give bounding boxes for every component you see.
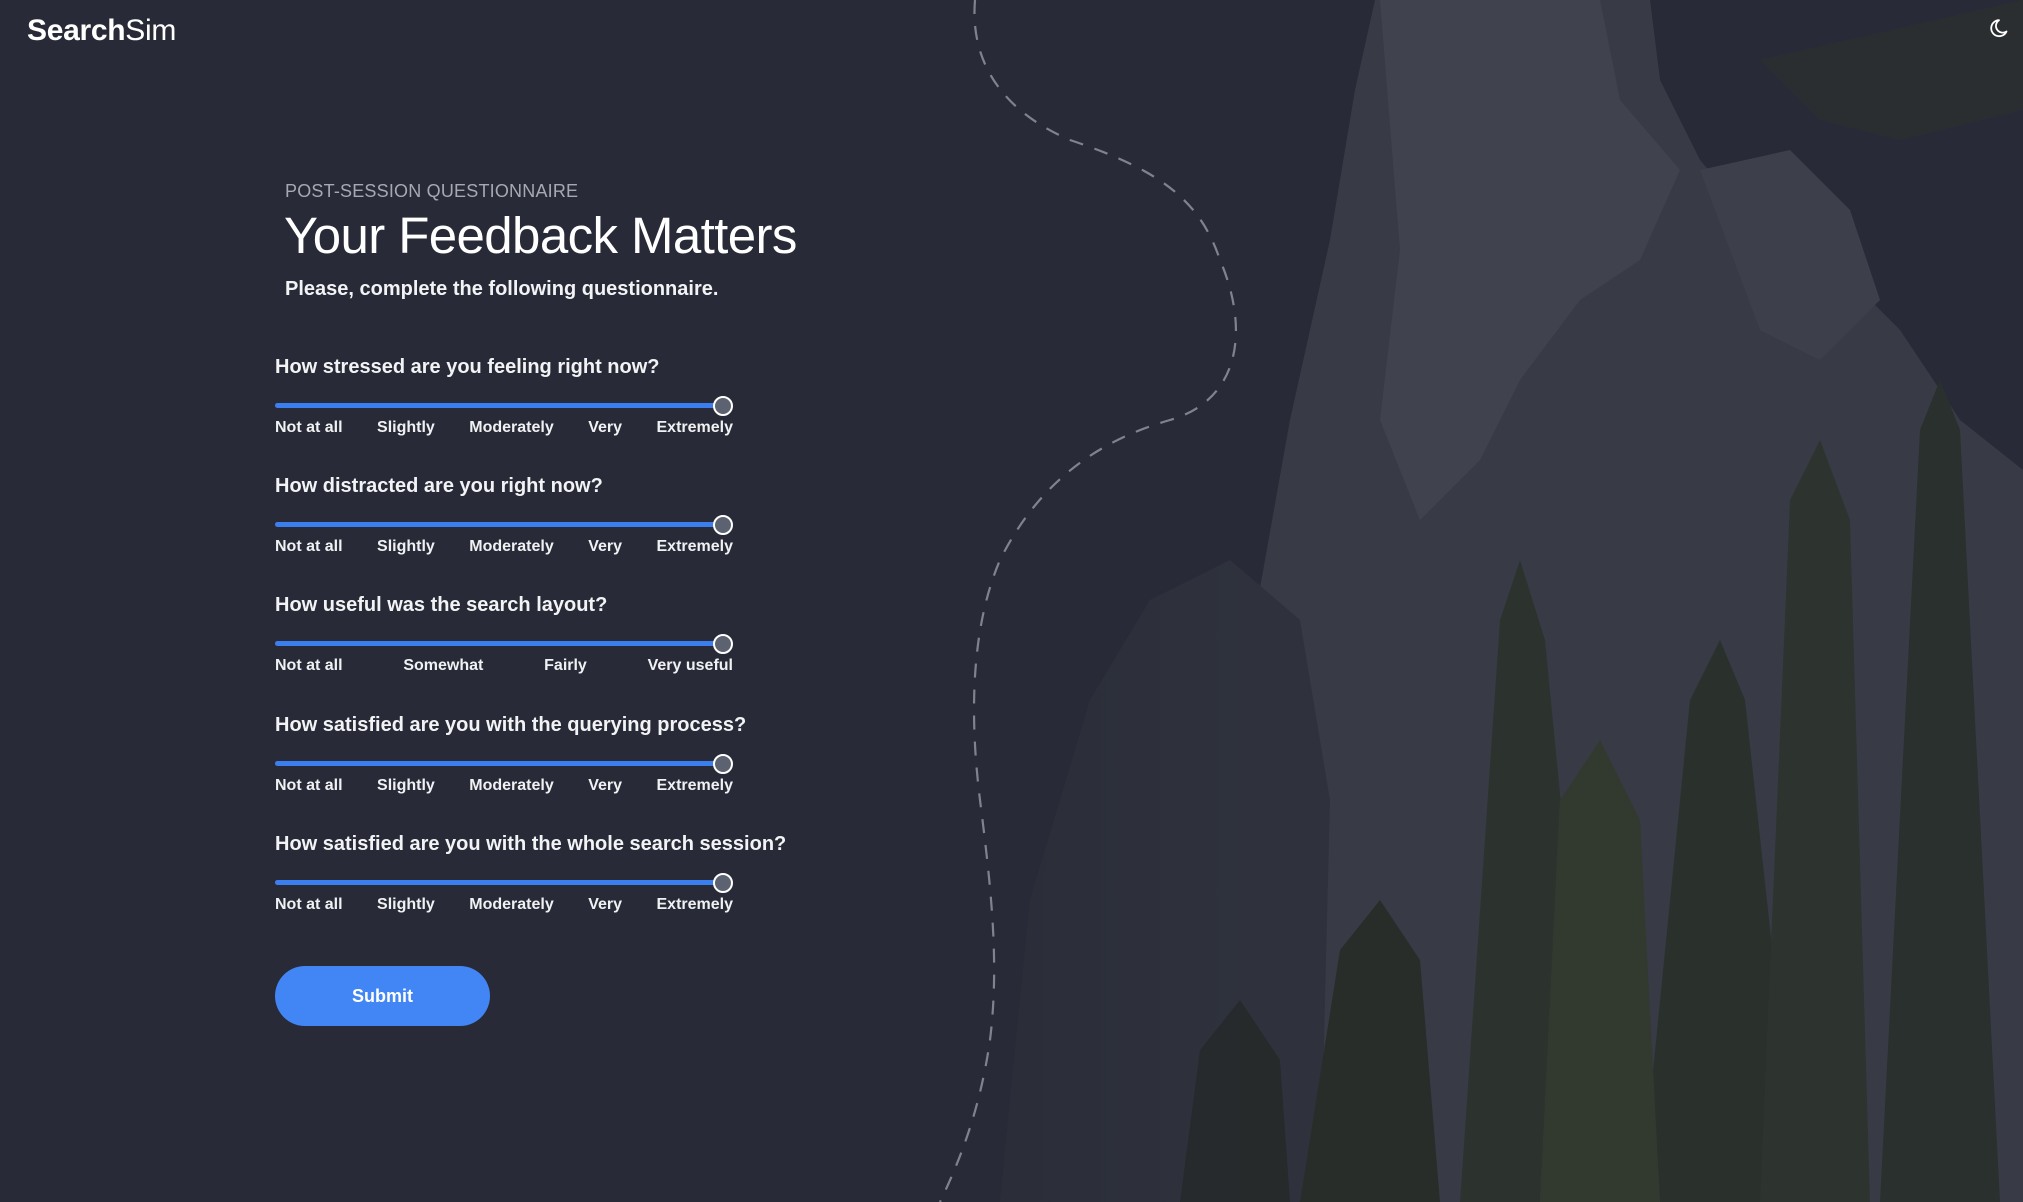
scale-label: Extremely xyxy=(656,538,734,555)
scale-label: Extremely xyxy=(656,419,734,436)
scale-label: Not at all xyxy=(275,538,343,555)
slider-fill xyxy=(275,761,723,766)
question-label: How distracted are you right now? xyxy=(275,475,603,497)
scale-label: Very xyxy=(588,419,623,436)
slider-track[interactable] xyxy=(275,403,723,408)
question-label: How satisfied are you with the whole sea… xyxy=(275,833,787,855)
scale-label: Very xyxy=(588,538,623,555)
question-querying-satisfaction: How satisfied are you with the querying … xyxy=(275,711,747,795)
scale-label: Not at all xyxy=(275,419,343,436)
scale-label: Slightly xyxy=(377,896,435,913)
logo-regular-text: Sim xyxy=(125,14,177,47)
submit-button[interactable]: Submit xyxy=(275,966,490,1026)
slider-scale-labels: Not at all Slightly Moderately Very Extr… xyxy=(275,538,733,556)
slider-track[interactable] xyxy=(275,641,723,646)
scale-label: Not at all xyxy=(275,657,343,674)
scale-label: Extremely xyxy=(656,896,734,913)
slider-track[interactable] xyxy=(275,880,723,885)
slider-thumb[interactable] xyxy=(713,515,733,535)
scale-label: Fairly xyxy=(544,657,587,674)
question-distraction: How distracted are you right now? Not at… xyxy=(275,472,735,556)
scale-label: Not at all xyxy=(275,777,343,794)
layout-usefulness-slider[interactable] xyxy=(275,631,735,655)
question-label: How useful was the search layout? xyxy=(275,594,608,616)
question-session-satisfaction: How satisfied are you with the whole sea… xyxy=(275,830,787,914)
scale-label: Moderately xyxy=(469,777,554,794)
question-label: How satisfied are you with the querying … xyxy=(275,714,747,736)
scale-label: Extremely xyxy=(656,777,734,794)
scale-label: Somewhat xyxy=(403,657,484,674)
stress-slider[interactable] xyxy=(275,393,735,417)
question-layout-usefulness: How useful was the search layout? Not at… xyxy=(275,591,735,675)
slider-fill xyxy=(275,641,723,646)
scale-label: Moderately xyxy=(469,538,554,555)
slider-scale-labels: Not at all Slightly Moderately Very Extr… xyxy=(275,777,733,795)
slider-thumb[interactable] xyxy=(713,396,733,416)
logo-bold-text: Search xyxy=(27,14,126,47)
slider-fill xyxy=(275,522,723,527)
slider-thumb[interactable] xyxy=(713,754,733,774)
moon-icon-glyph xyxy=(1990,19,2008,38)
slider-scale-labels: Not at all Slightly Moderately Very Extr… xyxy=(275,896,733,914)
slider-scale-labels: Not at all Somewhat Fairly Very useful xyxy=(275,657,733,675)
page-title: Your Feedback Matters xyxy=(284,207,797,264)
slider-thumb[interactable] xyxy=(713,873,733,893)
questionnaire-eyebrow: POST-SESSION QUESTIONNAIRE xyxy=(285,181,579,201)
scale-label: Very xyxy=(588,777,623,794)
scale-label: Moderately xyxy=(469,896,554,913)
scale-label: Moderately xyxy=(469,419,554,436)
distraction-slider[interactable] xyxy=(275,512,735,536)
scale-label: Slightly xyxy=(377,777,435,794)
scale-label: Slightly xyxy=(377,538,435,555)
scale-label: Slightly xyxy=(377,419,435,436)
question-stress: How stressed are you feeling right now? … xyxy=(275,353,735,437)
slider-scale-labels: Not at all Slightly Moderately Very Extr… xyxy=(275,419,733,437)
querying-satisfaction-slider[interactable] xyxy=(275,751,735,775)
slider-track[interactable] xyxy=(275,761,723,766)
session-satisfaction-slider[interactable] xyxy=(275,870,735,894)
question-label: How stressed are you feeling right now? xyxy=(275,356,660,378)
page-subtitle: Please, complete the following questionn… xyxy=(285,278,719,300)
slider-fill xyxy=(275,403,723,408)
slider-fill xyxy=(275,880,723,885)
scale-label: Not at all xyxy=(275,896,343,913)
scale-label: Very xyxy=(588,896,623,913)
slider-track[interactable] xyxy=(275,522,723,527)
scale-label: Very useful xyxy=(647,657,733,674)
searchsim-logo[interactable]: SearchSim xyxy=(27,14,176,48)
moon-icon[interactable] xyxy=(1988,14,2016,42)
questionnaire-page: SearchSim POST-SESSION QUESTIONNAIRE You… xyxy=(0,0,2023,1202)
slider-thumb[interactable] xyxy=(713,634,733,654)
